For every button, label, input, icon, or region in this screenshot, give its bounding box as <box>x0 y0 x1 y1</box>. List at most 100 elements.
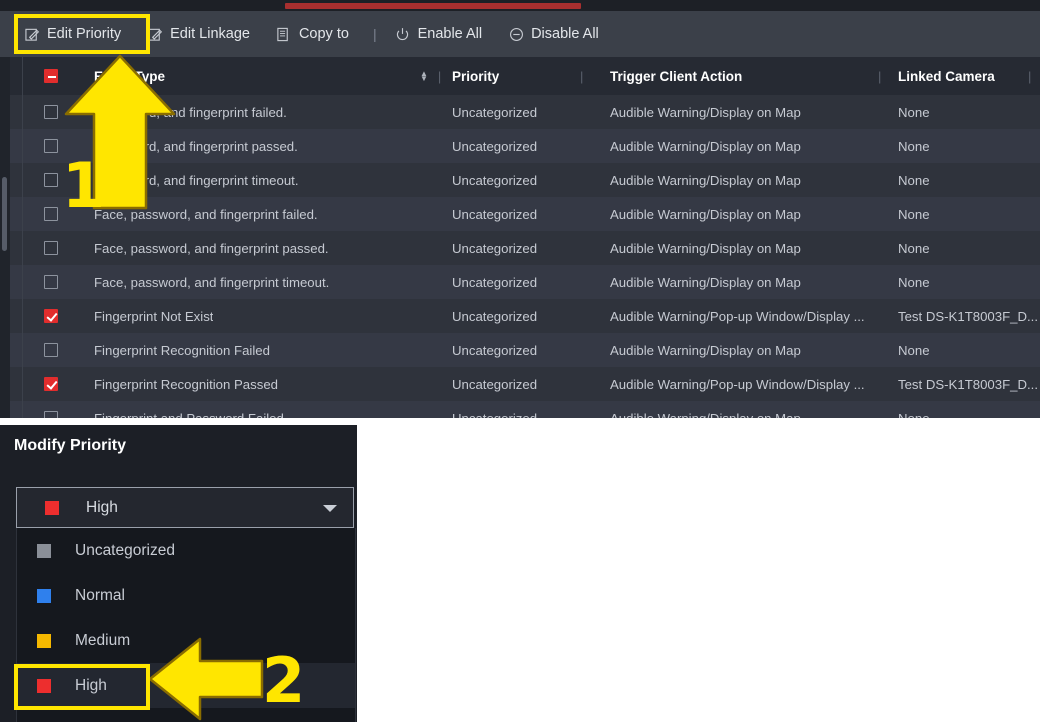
cell-event-type: Fingerprint and Password Failed <box>94 410 284 419</box>
cell-event-type: Face, password, and fingerprint failed. <box>94 206 318 222</box>
cell-linked-camera: None <box>898 172 930 188</box>
table-row[interactable]: Fingerprint Recognition Passed Uncategori… <box>0 367 1040 401</box>
table-row[interactable]: Face, card, and fingerprint failed. Uncat… <box>0 95 1040 129</box>
cell-event-type: Fingerprint Not Exist <box>94 308 214 324</box>
row-checkbox[interactable] <box>44 207 58 221</box>
priority-option[interactable]: Normal <box>17 573 355 618</box>
select-all-checkbox[interactable] <box>44 69 58 83</box>
table-row[interactable]: Fingerprint Not Exist Uncategorized Audibl… <box>0 299 1040 333</box>
table-row[interactable]: Fingerprint and Password Failed Uncategor… <box>0 401 1040 418</box>
cell-trigger-client-action: Audible Warning/Display on Map <box>610 240 801 256</box>
cell-trigger-client-action: Audible Warning/Display on Map <box>610 104 801 120</box>
table-row[interactable]: Face, password, and fingerprint passed. U… <box>0 231 1040 265</box>
chevron-down-icon[interactable] <box>323 505 337 512</box>
priority-option-label: Medium <box>75 631 131 649</box>
cell-event-type: Fingerprint Recognition Failed <box>94 342 270 358</box>
cell-priority: Uncategorized <box>452 342 538 358</box>
cell-event-type: Face, password, and fingerprint passed. <box>94 240 329 256</box>
copy-to-label: Copy to <box>298 26 349 42</box>
cell-priority: Uncategorized <box>452 104 538 120</box>
row-checkbox[interactable] <box>44 377 58 391</box>
table-left-border <box>22 57 23 418</box>
toolbar-separator: | <box>372 26 377 42</box>
cell-linked-camera: None <box>898 138 930 154</box>
highlight-edit-priority <box>14 14 150 54</box>
cell-event-type: Fingerprint Recognition Passed <box>94 376 278 392</box>
cell-event-type: Face, card, and fingerprint passed. <box>94 138 298 154</box>
cell-linked-camera: Test DS-K1T8003F_D... <box>898 376 1038 392</box>
row-checkbox[interactable] <box>44 173 58 187</box>
row-checkbox[interactable] <box>44 275 58 289</box>
column-divider: | <box>1028 68 1032 84</box>
priority-option[interactable]: Uncategorized <box>17 528 355 573</box>
cell-priority: Uncategorized <box>452 308 538 324</box>
cell-linked-camera: None <box>898 342 930 358</box>
cell-priority: Uncategorized <box>452 274 538 290</box>
left-scrollbar-track[interactable] <box>0 57 10 418</box>
row-checkbox[interactable] <box>44 309 58 323</box>
cell-linked-camera: None <box>898 410 930 419</box>
column-header-linked-camera[interactable]: Linked Camera <box>898 69 995 84</box>
cell-trigger-client-action: Audible Warning/Display on Map <box>610 274 801 290</box>
cell-priority: Uncategorized <box>452 172 538 188</box>
copy-to-button[interactable]: Copy to <box>266 21 359 47</box>
row-checkbox[interactable] <box>44 343 58 357</box>
event-table: Event Type ▲ ▼ | Priority | Trigger Clien… <box>0 57 1040 418</box>
table-toolbar: Edit Priority Edit Linkage Copy to | Ena… <box>0 11 1040 57</box>
edit-linkage-label: Edit Linkage <box>170 26 250 42</box>
cell-priority: Uncategorized <box>452 410 538 419</box>
column-divider: | <box>580 68 584 84</box>
column-divider: | <box>437 68 442 84</box>
cell-linked-camera: None <box>898 104 930 120</box>
column-header-priority[interactable]: Priority <box>452 69 499 84</box>
table-row[interactable]: Fingerprint Recognition Failed Uncategori… <box>0 333 1040 367</box>
priority-color-swatch <box>37 588 51 603</box>
priority-color-swatch <box>37 633 51 648</box>
priority-option-label: Uncategorized <box>75 541 175 559</box>
copy-document-icon <box>276 26 292 42</box>
column-header-event-type[interactable]: Event Type <box>94 69 165 84</box>
power-icon <box>395 26 411 42</box>
priority-option-label: Normal <box>75 586 125 604</box>
cell-event-type: Face, card, and fingerprint failed. <box>94 104 287 120</box>
disable-all-label: Disable All <box>531 26 599 42</box>
row-checkbox[interactable] <box>44 105 58 119</box>
cell-linked-camera: None <box>898 274 930 290</box>
enable-all-button[interactable]: Enable All <box>385 21 493 47</box>
cell-priority: Uncategorized <box>452 206 538 222</box>
enable-all-label: Enable All <box>417 26 483 42</box>
cell-priority: Uncategorized <box>452 138 538 154</box>
sort-arrows-icon[interactable]: ▲ ▼ <box>420 70 428 83</box>
priority-color-swatch <box>45 500 59 515</box>
screenshot-root: Edit Priority Edit Linkage Copy to | Ena… <box>0 0 1040 722</box>
left-scrollbar-thumb[interactable] <box>2 177 7 251</box>
cell-trigger-client-action: Audible Warning/Display on Map <box>610 172 801 188</box>
row-checkbox[interactable] <box>44 241 58 255</box>
step-number-2: 2 <box>262 644 306 717</box>
cell-priority: Uncategorized <box>452 376 538 392</box>
table-header-row: Event Type ▲ ▼ | Priority | Trigger Clien… <box>0 57 1040 95</box>
edit-linkage-button[interactable]: Edit Linkage <box>137 21 260 47</box>
disable-all-button[interactable]: Disable All <box>498 21 609 47</box>
cell-trigger-client-action: Audible Warning/Display on Map <box>610 138 801 154</box>
minus-circle-icon <box>508 26 524 42</box>
row-checkbox[interactable] <box>44 411 58 418</box>
cell-trigger-client-action: Audible Warning/Display on Map <box>610 410 801 419</box>
cell-linked-camera: None <box>898 206 930 222</box>
cell-priority: Uncategorized <box>452 240 538 256</box>
event-configuration-panel: Edit Priority Edit Linkage Copy to | Ena… <box>0 0 1040 418</box>
table-row[interactable]: Face, password, and fingerprint failed. U… <box>0 197 1040 231</box>
column-header-trigger-client-action[interactable]: Trigger Client Action <box>610 69 742 84</box>
cell-trigger-client-action: Audible Warning/Display on Map <box>610 342 801 358</box>
table-row[interactable]: Face, card, and fingerprint timeout. Unca… <box>0 163 1040 197</box>
cell-trigger-client-action: Audible Warning/Display on Map <box>610 206 801 222</box>
priority-color-swatch <box>37 543 51 558</box>
row-checkbox[interactable] <box>44 139 58 153</box>
priority-select[interactable]: High <box>16 487 354 528</box>
cell-event-type: Face, password, and fingerprint timeout. <box>94 274 330 290</box>
table-row[interactable]: Face, card, and fingerprint passed. Uncat… <box>0 129 1040 163</box>
table-row[interactable]: Face, password, and fingerprint timeout.… <box>0 265 1040 299</box>
priority-selected-label: High <box>86 498 118 516</box>
dialog-title: Modify Priority <box>14 437 127 454</box>
cell-trigger-client-action: Audible Warning/Pop-up Window/Display ..… <box>610 308 865 324</box>
